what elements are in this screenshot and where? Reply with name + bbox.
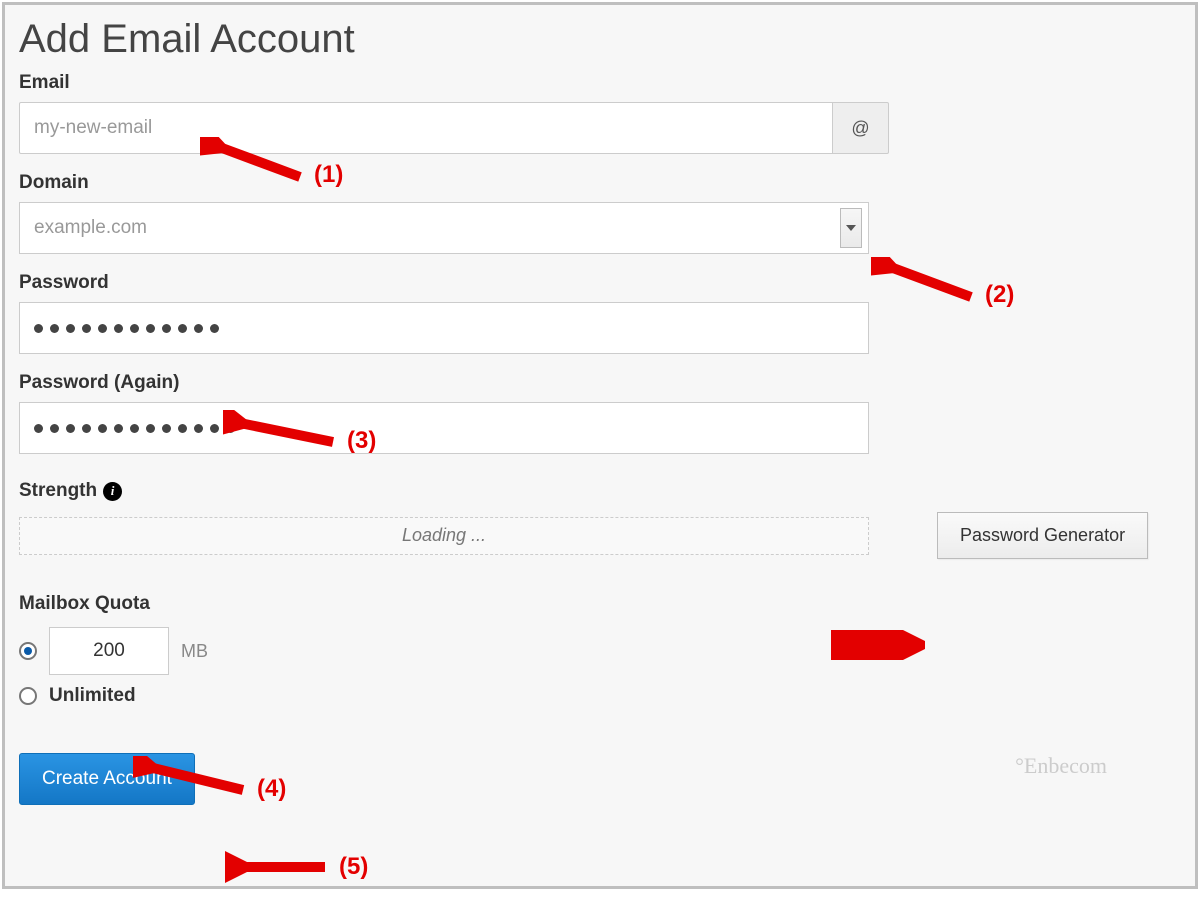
password-again-input[interactable]	[19, 402, 869, 454]
quota-amount-input[interactable]	[49, 627, 169, 675]
password-again-dots	[34, 424, 235, 433]
info-icon: i	[103, 482, 122, 501]
annotation-4-label: (4)	[257, 775, 286, 803]
password-input[interactable]	[19, 302, 869, 354]
strength-row: Loading ... Password Generator	[19, 512, 1181, 559]
annotation-5-label: (5)	[339, 853, 368, 881]
quota-label: Mailbox Quota	[19, 593, 1181, 615]
form-panel: Add Email Account Email @ Domain example…	[2, 2, 1198, 889]
watermark: °Enbecom	[1015, 753, 1107, 779]
quota-unlimited-row: Unlimited	[19, 685, 1181, 707]
password-again-field-group: Password (Again)	[19, 372, 1181, 454]
password-field-group: Password	[19, 272, 1181, 354]
password-label: Password	[19, 272, 1181, 294]
email-row: @	[19, 102, 889, 154]
email-label: Email	[19, 72, 1181, 94]
domain-select[interactable]: example.com	[19, 202, 869, 254]
quota-amount-radio[interactable]	[19, 642, 37, 660]
strength-field-group: Strength i Loading ... Password Generato…	[19, 480, 1181, 559]
domain-label: Domain	[19, 172, 1181, 194]
annotation-5: (5)	[225, 850, 368, 884]
email-input[interactable]	[19, 102, 833, 154]
strength-bar: Loading ...	[19, 517, 869, 555]
quota-unlimited-radio[interactable]	[19, 687, 37, 705]
quota-unit: MB	[181, 641, 208, 662]
chevron-down-icon[interactable]	[840, 208, 862, 248]
domain-field-group: Domain example.com	[19, 172, 1181, 254]
page-title: Add Email Account	[19, 17, 1181, 62]
strength-label: Strength	[19, 480, 97, 502]
email-field-group: Email @	[19, 72, 1181, 154]
at-symbol-addon: @	[833, 102, 889, 154]
quota-field-group: Mailbox Quota MB Unlimited	[19, 593, 1181, 707]
quota-unlimited-label: Unlimited	[49, 685, 136, 707]
password-generator-button[interactable]: Password Generator	[937, 512, 1148, 559]
password-again-label: Password (Again)	[19, 372, 1181, 394]
domain-value: example.com	[34, 217, 147, 239]
password-dots	[34, 324, 219, 333]
quota-amount-row: MB	[19, 627, 1181, 675]
create-account-button[interactable]: Create Account	[19, 753, 195, 805]
strength-label-row: Strength i	[19, 480, 122, 502]
